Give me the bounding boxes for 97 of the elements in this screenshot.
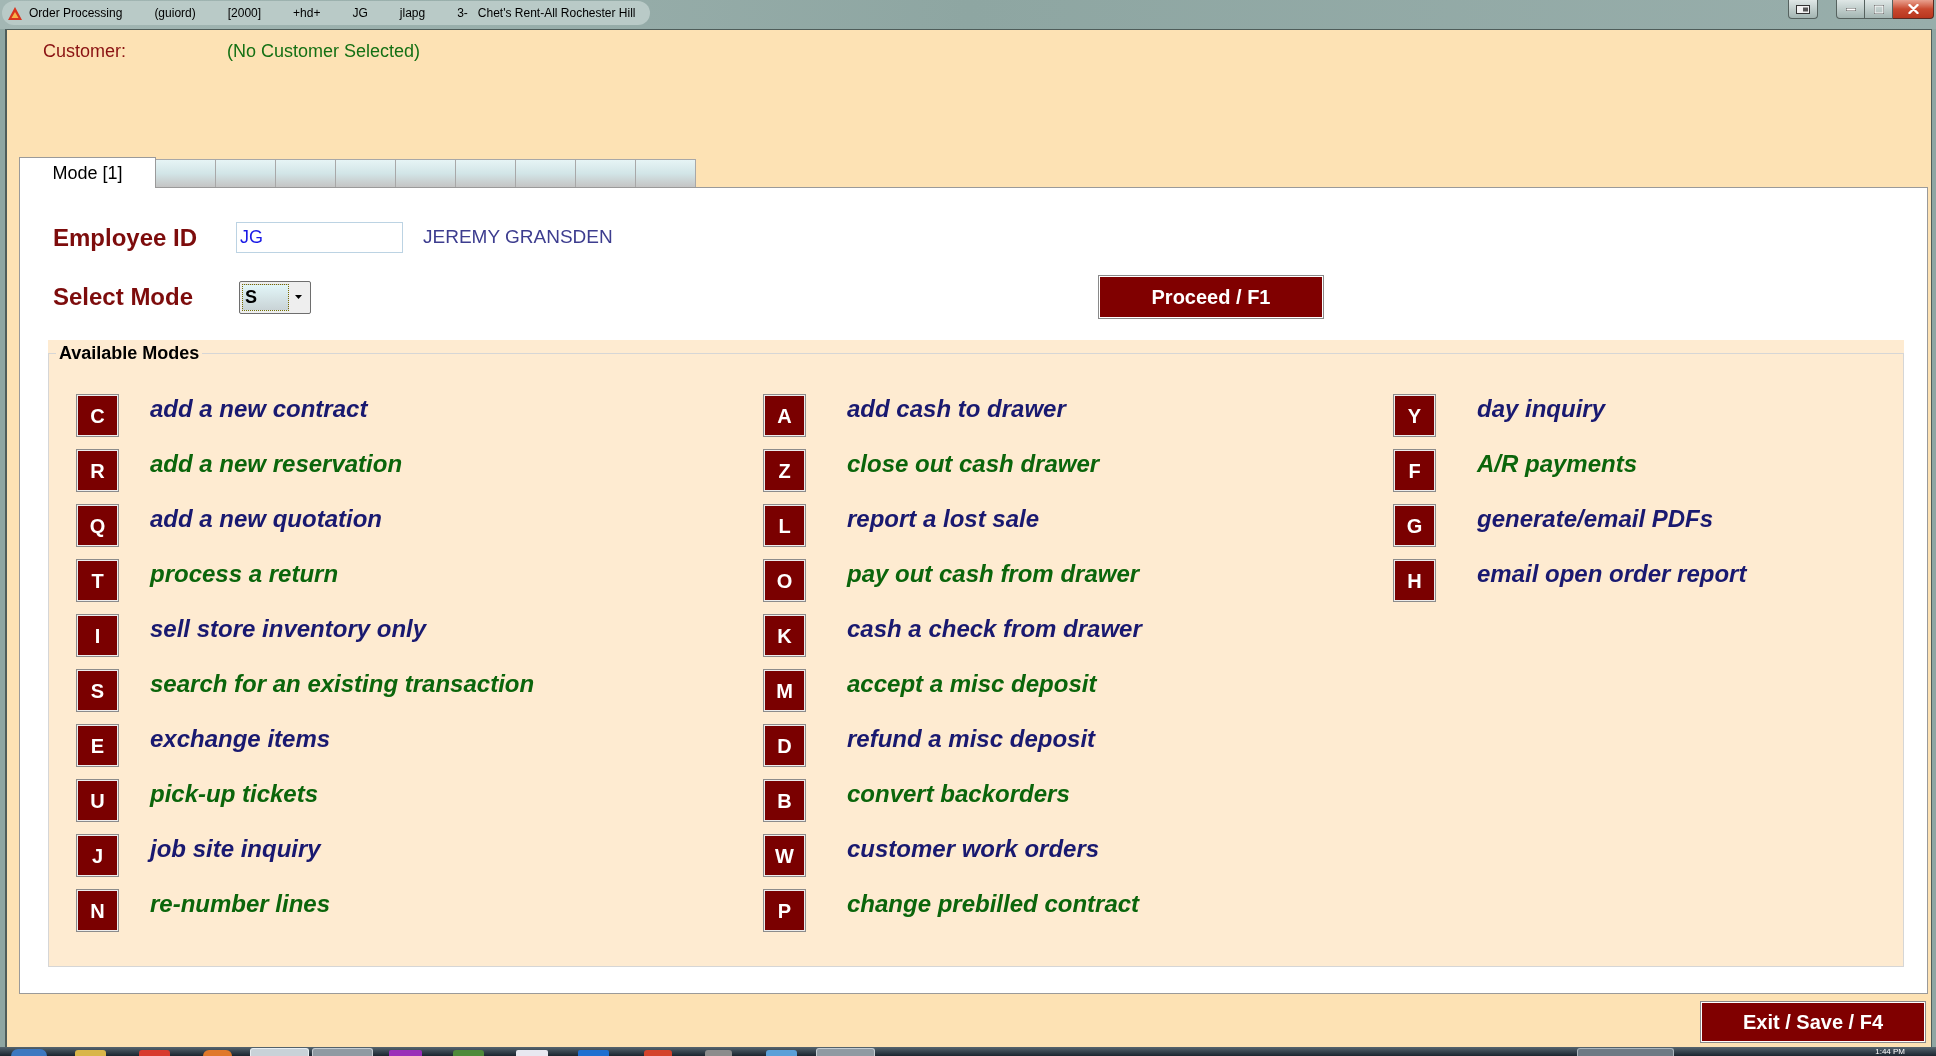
- mode-select[interactable]: S: [239, 280, 311, 314]
- mode-label: add a new reservation: [150, 450, 403, 478]
- title-bar-field: (guiord): [154, 4, 196, 22]
- mode-label: email open order report: [1477, 560, 1747, 588]
- tab[interactable]: [395, 159, 456, 187]
- group-title: Available Modes: [58, 342, 201, 364]
- customer-value: (No Customer Selected): [227, 40, 421, 62]
- mode-label: convert backorders: [847, 780, 1070, 808]
- taskbar-button[interactable]: [1577, 1048, 1674, 1056]
- tab[interactable]: [575, 159, 636, 187]
- caret-icon: [295, 295, 302, 299]
- mode-label: accept a misc deposit: [847, 670, 1097, 698]
- mode-key-button[interactable]: Q: [76, 504, 119, 547]
- mode-label: change prebilled contract: [847, 890, 1140, 918]
- mode-key-button[interactable]: P: [763, 889, 806, 932]
- title-bar-field: jlapg: [399, 4, 426, 22]
- mode-label: exchange items: [150, 725, 331, 753]
- mode-key-button[interactable]: W: [763, 834, 806, 877]
- mode-key-button[interactable]: R: [76, 449, 119, 492]
- taskbar-icon[interactable]: [705, 1050, 732, 1056]
- mode-key-button[interactable]: G: [1393, 504, 1436, 547]
- tab[interactable]: [635, 159, 696, 187]
- mode-label: pay out cash from drawer: [847, 560, 1140, 588]
- mode-label: close out cash drawer: [847, 450, 1100, 478]
- mode-label: sell store inventory only: [150, 615, 427, 643]
- employee-name: JEREMY GRANSDEN: [423, 225, 613, 250]
- taskbar-icon[interactable]: [453, 1050, 484, 1056]
- mode-key-button[interactable]: L: [763, 504, 806, 547]
- mode-key-button[interactable]: C: [76, 394, 119, 437]
- title-bar-field: JG: [352, 4, 368, 22]
- taskbar-icon[interactable]: [766, 1050, 797, 1056]
- start-orb-icon[interactable]: [11, 1049, 47, 1056]
- mode-label: add a new quotation: [150, 505, 382, 533]
- mode-label: process a return: [150, 560, 339, 588]
- taskbar-icon[interactable]: [203, 1050, 232, 1056]
- tab[interactable]: [155, 159, 216, 187]
- title-bar-field: [2000]: [227, 4, 262, 22]
- mode-key-button[interactable]: M: [763, 669, 806, 712]
- mode-key-button[interactable]: E: [76, 724, 119, 767]
- window-icon: [1796, 4, 1810, 14]
- mode-label: generate/email PDFs: [1477, 505, 1714, 533]
- taskbar-icon[interactable]: [644, 1050, 672, 1056]
- mode-key-button[interactable]: F: [1393, 449, 1436, 492]
- maximize-button[interactable]: [1865, 0, 1893, 19]
- mode-label: day inquiry: [1477, 395, 1606, 423]
- select-mode-label: Select Mode: [53, 282, 195, 312]
- tab[interactable]: [275, 159, 336, 187]
- employee-id-field[interactable]: JG: [236, 222, 403, 253]
- customer-label: Customer:: [43, 40, 128, 62]
- title-bar-field: +hd+: [293, 4, 321, 22]
- mode-label: report a lost sale: [847, 505, 1040, 533]
- exit-button[interactable]: Exit / Save / F4: [1700, 1001, 1926, 1043]
- mode-label: A/R payments: [1477, 450, 1638, 478]
- mode-key-button[interactable]: A: [763, 394, 806, 437]
- clock-text: 1:44 PM: [1875, 1047, 1905, 1056]
- mode-key-button[interactable]: K: [763, 614, 806, 657]
- mode-label: pick-up tickets: [150, 780, 319, 808]
- mode-label: re-number lines: [150, 890, 331, 918]
- mode-key-button[interactable]: T: [76, 559, 119, 602]
- tab[interactable]: Mode [1]: [19, 157, 156, 188]
- mode-key-button[interactable]: D: [763, 724, 806, 767]
- tab[interactable]: [335, 159, 396, 187]
- mode-label: cash a check from drawer: [847, 615, 1142, 643]
- mode-key-button[interactable]: J: [76, 834, 119, 877]
- mode-key-button[interactable]: B: [763, 779, 806, 822]
- minimize-icon: [1845, 7, 1856, 11]
- mode-label: add cash to drawer: [847, 395, 1066, 423]
- title-bar-field: Chet's Rent-All Rochester Hill: [477, 4, 636, 22]
- taskbar-icon[interactable]: [75, 1050, 106, 1056]
- mode-key-button[interactable]: Z: [763, 449, 806, 492]
- mode-key-button[interactable]: N: [76, 889, 119, 932]
- mode-label: customer work orders: [847, 835, 1100, 863]
- tab[interactable]: [455, 159, 516, 187]
- app-logo-icon: [8, 6, 22, 20]
- mode-label: refund a misc deposit: [847, 725, 1096, 753]
- mode-key-button[interactable]: H: [1393, 559, 1436, 602]
- window-title: Order Processing: [29, 5, 123, 22]
- mode-key-button[interactable]: I: [76, 614, 119, 657]
- taskbar-button[interactable]: [312, 1048, 373, 1056]
- tab[interactable]: [515, 159, 576, 187]
- taskbar-icon[interactable]: [139, 1050, 170, 1056]
- close-button[interactable]: [1893, 0, 1934, 19]
- employee-id-label: Employee ID: [53, 222, 199, 253]
- close-icon: [1907, 4, 1919, 14]
- mode-key-button[interactable]: Y: [1393, 394, 1436, 437]
- proceed-button[interactable]: Proceed / F1: [1098, 275, 1324, 319]
- taskbar-button[interactable]: [816, 1048, 875, 1056]
- mode-key-button[interactable]: U: [76, 779, 119, 822]
- title-bar-button[interactable]: [1788, 0, 1818, 19]
- mode-key-button[interactable]: O: [763, 559, 806, 602]
- tab[interactable]: [215, 159, 276, 187]
- title-bar-field: 3-: [457, 4, 468, 22]
- minimize-button[interactable]: [1836, 0, 1865, 19]
- maximize-icon: [1873, 4, 1884, 14]
- mode-label: search for an existing transaction: [150, 670, 535, 698]
- mode-key-button[interactable]: S: [76, 669, 119, 712]
- mode-label: add a new contract: [150, 395, 368, 423]
